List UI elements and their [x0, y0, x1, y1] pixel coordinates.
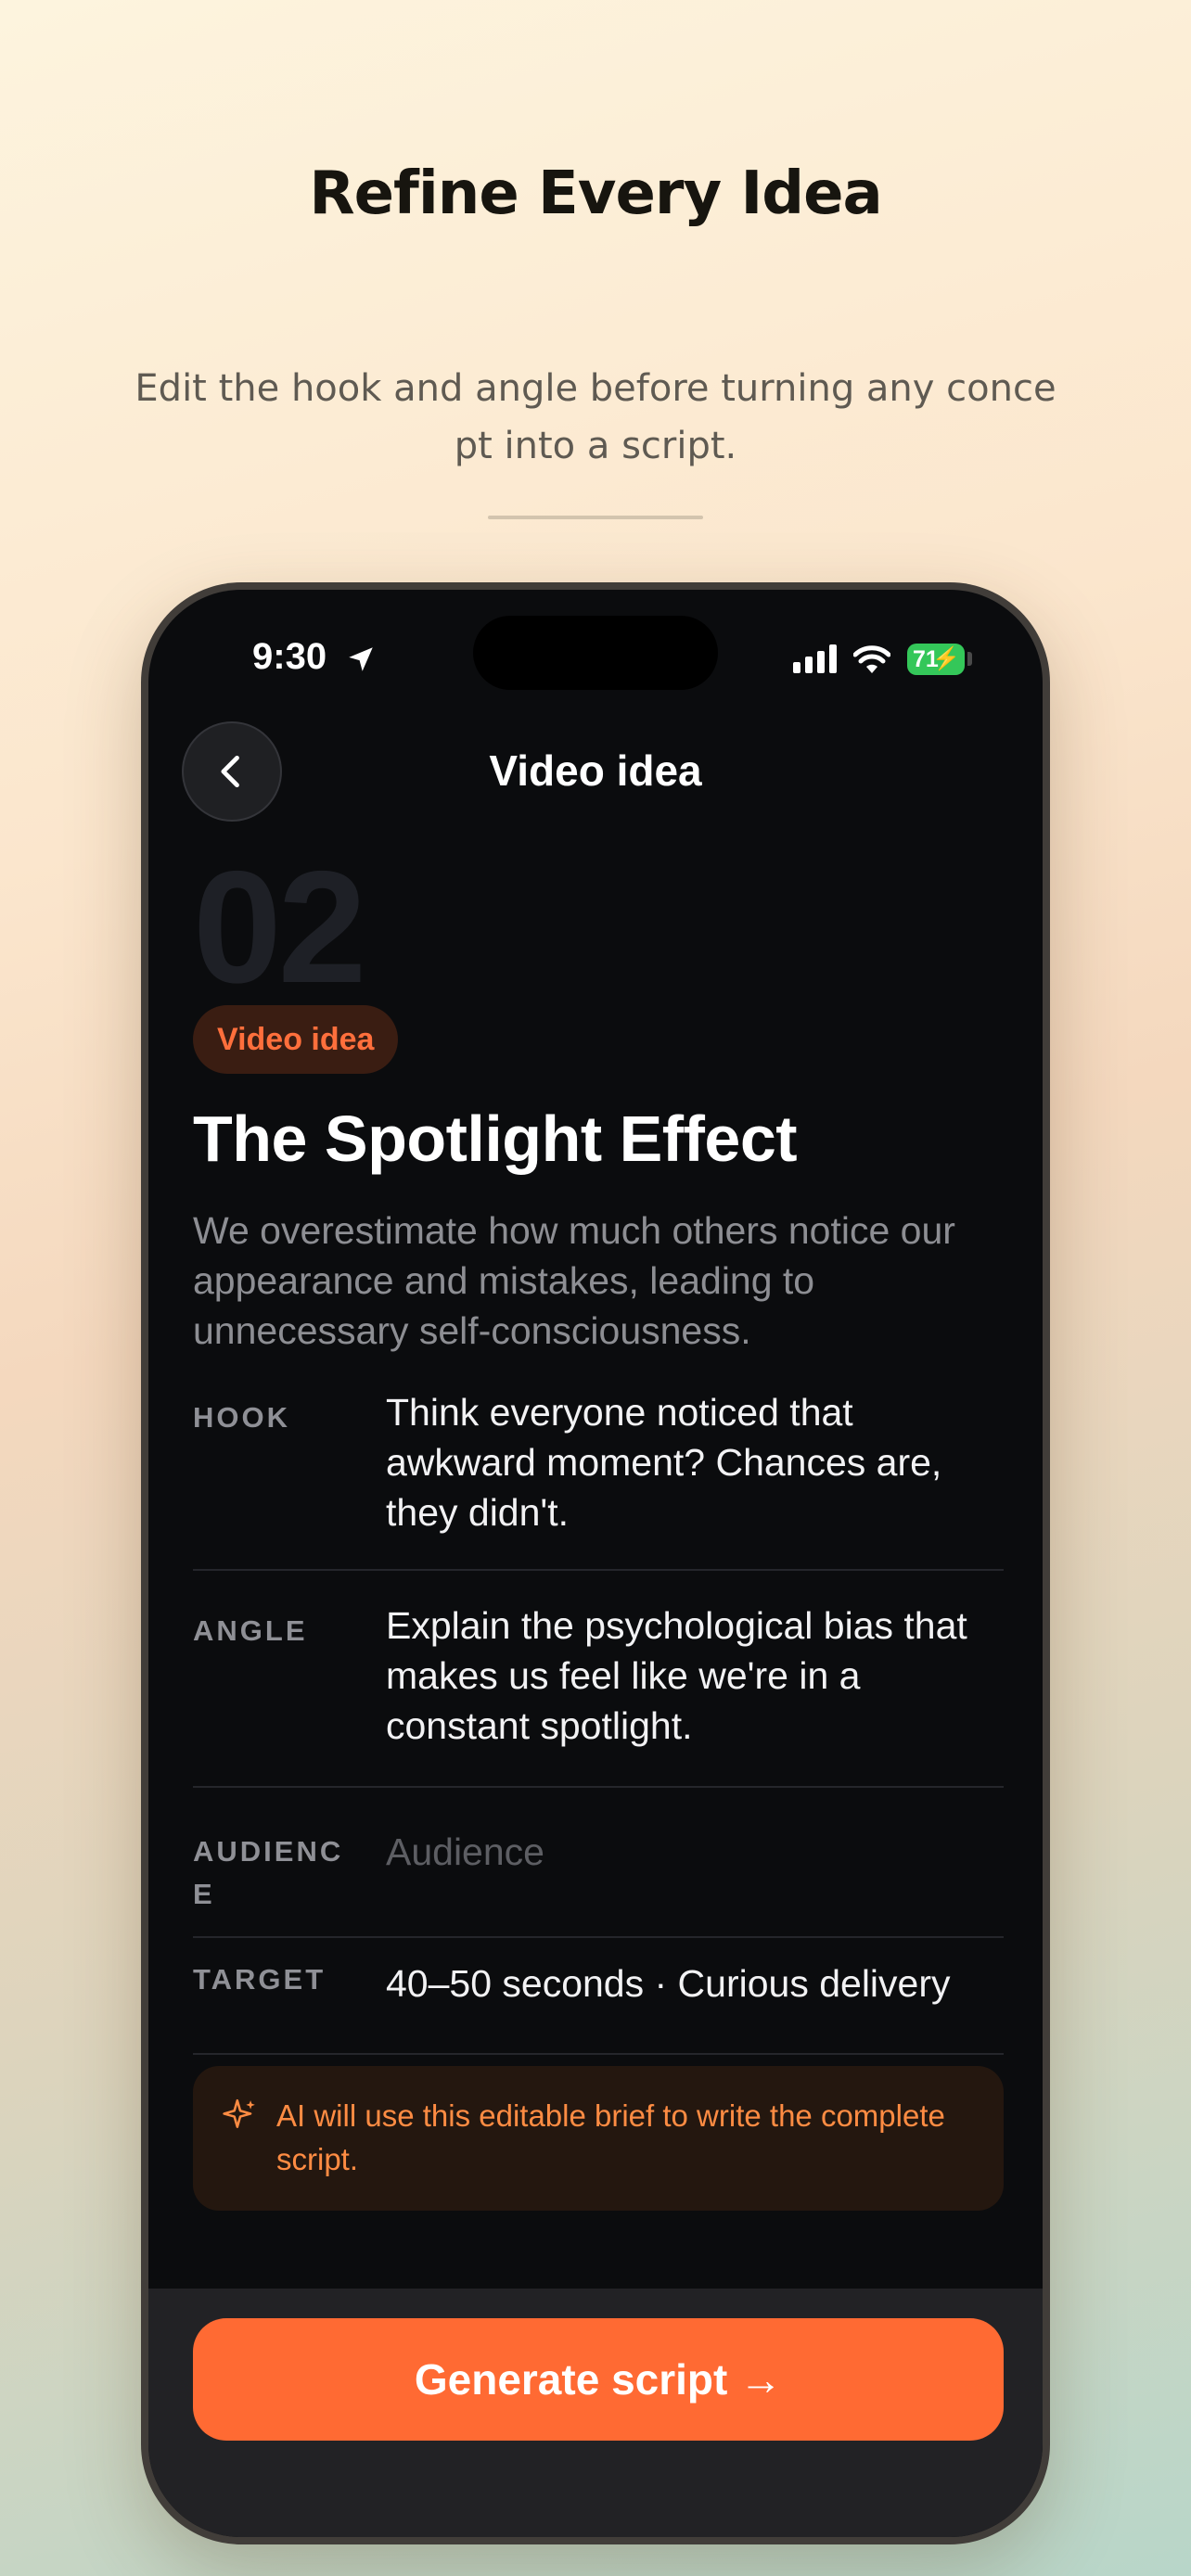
target-field[interactable]: 40–50 seconds · Curious delivery — [386, 1958, 1004, 2009]
target-label: TARGET — [193, 1963, 327, 1996]
ai-note: AI will use this editable brief to write… — [193, 2066, 1004, 2211]
angle-label: ANGLE — [193, 1614, 308, 1647]
audience-field[interactable]: Audience — [386, 1827, 1004, 1877]
audience-label: AUDIENCE — [193, 1835, 344, 1910]
brief-row-target[interactable]: TARGET 40–50 seconds · Curious delivery — [193, 1938, 1004, 2055]
status-time: 9:30 — [252, 636, 327, 677]
idea-description[interactable]: We overestimate how much others notice o… — [193, 1205, 1009, 1356]
headline: Refine Every Idea — [309, 159, 882, 228]
brief-row-angle[interactable]: ANGLE Explain the psychological bias tha… — [193, 1600, 1004, 1788]
wifi-icon — [853, 645, 890, 673]
battery-cap — [967, 652, 972, 666]
idea-tag: Video idea — [193, 1005, 399, 1074]
cellular-signal-icon — [793, 644, 837, 673]
brief-row-hook[interactable]: HOOK Think everyone noticed that awkward… — [193, 1387, 1004, 1571]
phone-screen: 9:30 71 ⚡ Video idea 02 Video idea The S… — [148, 590, 1043, 2537]
generate-script-button[interactable]: Generate script → — [193, 2318, 1004, 2441]
nav-title: Video idea — [489, 746, 702, 795]
idea-number: 02 — [193, 838, 366, 1016]
phone-frame: 9:30 71 ⚡ Video idea 02 Video idea The S… — [141, 582, 1050, 2544]
angle-field[interactable]: Explain the psychological bias that make… — [386, 1600, 1004, 1751]
hook-field[interactable]: Think everyone noticed that awkward mome… — [386, 1387, 1004, 1537]
idea-title[interactable]: The Spotlight Effect — [193, 1102, 798, 1176]
ai-note-text: AI will use this editable brief to write… — [276, 2098, 945, 2176]
subhead: Edit the hook and angle before turning a… — [134, 367, 1057, 467]
battery-icon: 71 ⚡ — [907, 644, 965, 675]
dynamic-island — [473, 616, 718, 690]
decorative-divider — [488, 516, 703, 519]
hook-label: HOOK — [193, 1401, 290, 1434]
sparkle-icon — [223, 2098, 255, 2128]
charging-bolt-icon: ⚡ — [932, 646, 960, 671]
brief-row-audience[interactable]: AUDIENCE Audience — [193, 1812, 1004, 1938]
location-arrow-icon — [349, 647, 373, 671]
